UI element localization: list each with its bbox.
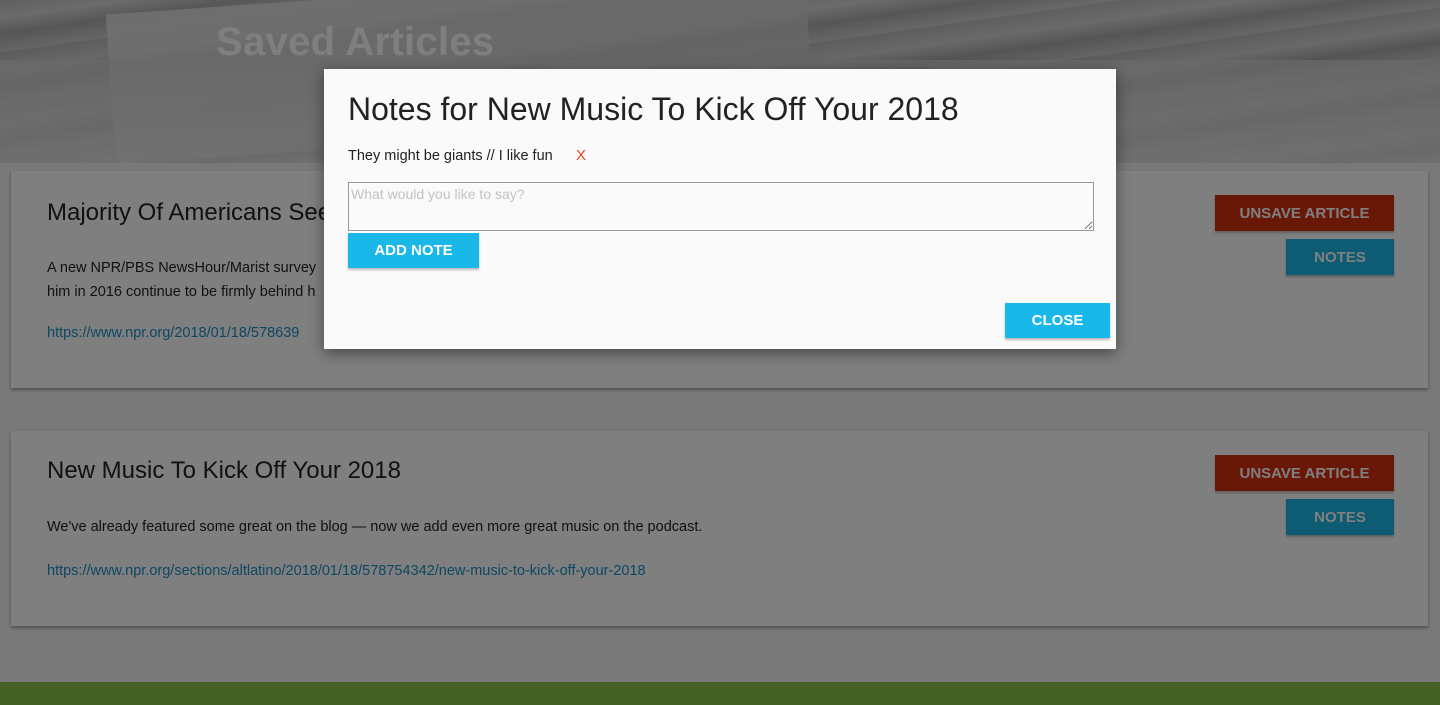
add-note-button[interactable]: ADD NOTE [348,233,479,268]
notes-modal: Notes for New Music To Kick Off Your 201… [324,69,1116,349]
close-modal-button[interactable]: CLOSE [1005,303,1110,338]
delete-note-button[interactable]: X [576,147,586,164]
note-input[interactable] [348,182,1094,231]
note-text: They might be giants // I like fun [348,148,553,164]
modal-title: Notes for New Music To Kick Off Your 201… [348,91,959,127]
